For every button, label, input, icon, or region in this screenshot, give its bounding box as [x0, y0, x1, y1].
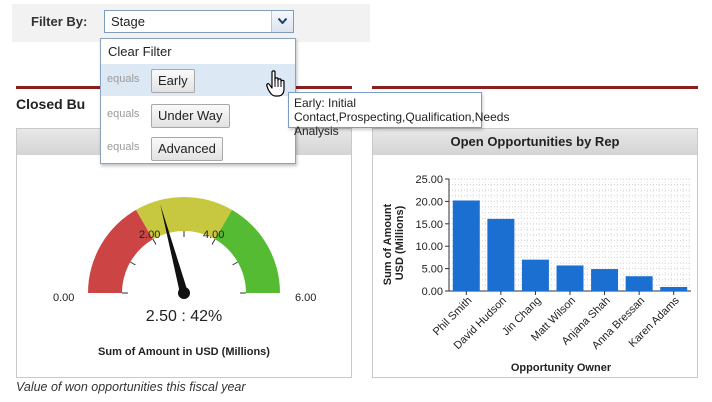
bar-matt-wilson — [556, 265, 584, 291]
gauge-panel: 0.00 2.00 4.00 6.00 2.50 : 42% Sum of Am… — [16, 128, 352, 378]
filter-label: Filter By: — [31, 14, 88, 29]
section-rule-right — [372, 86, 698, 89]
gauge-label-2: 2.00 — [139, 229, 160, 241]
option-operator: equals — [107, 108, 140, 120]
gauge-bands — [88, 197, 280, 294]
bar-phil-smith — [452, 200, 480, 291]
filter-dropdown-menu: Clear Filter equals Early equals Under W… — [100, 38, 296, 164]
y-tick-label: 5.00 — [422, 264, 443, 276]
footnote: Value of won opportunities this fiscal y… — [16, 380, 246, 394]
y-tick-label: 10.00 — [415, 241, 443, 253]
filter-select[interactable]: Stage — [104, 10, 294, 33]
section-title: Closed Bu — [16, 96, 86, 112]
gauge-tick — [130, 261, 136, 266]
bar-david-hudson — [487, 218, 515, 291]
chart-title: Open Opportunities by Rep — [373, 129, 697, 155]
gauge-chart: 0.00 2.00 4.00 6.00 2.50 : 42% Sum of Am… — [53, 197, 316, 358]
gauge-value-label: 2.50 : 42% — [146, 308, 223, 325]
bar-karen-adams — [660, 286, 688, 291]
dropdown-arrow-button[interactable] — [271, 11, 293, 32]
hand-pointer-icon — [266, 70, 285, 97]
gauge-needle-hub — [178, 287, 190, 299]
gauge-label-max: 6.00 — [295, 292, 316, 304]
option-value-chip[interactable]: Advanced — [151, 137, 223, 161]
x-axis-title: Opportunity Owner — [511, 362, 612, 374]
bar-jin-chang — [521, 259, 549, 291]
option-value-chip[interactable]: Early — [151, 69, 195, 93]
option-advanced[interactable]: equals Advanced — [101, 132, 295, 164]
option-under-way[interactable]: equals Under Way — [101, 99, 295, 131]
bar-chart-panel: Open Opportunities by Rep Sum of Amount … — [372, 128, 698, 378]
gauge-label-min: 0.00 — [53, 292, 74, 304]
stage-tooltip: Early: Initial Contact,Prospecting,Quali… — [288, 92, 509, 138]
y-tick-label: 15.00 — [415, 219, 443, 231]
chevron-down-icon — [278, 18, 287, 24]
option-operator: equals — [107, 73, 140, 85]
clear-filter-option[interactable]: Clear Filter — [108, 44, 172, 59]
y-tick-label: 25.00 — [415, 174, 443, 186]
option-operator: equals — [107, 141, 140, 153]
option-value-chip[interactable]: Under Way — [151, 104, 230, 128]
gauge-label-4: 4.00 — [203, 229, 224, 241]
bar-anna-bressan — [625, 276, 653, 291]
y-tick-label: 0.00 — [422, 286, 443, 298]
gauge-tick — [232, 261, 238, 266]
gauge-title: Sum of Amount in USD (Millions) — [98, 346, 270, 358]
bar-chart: Sum of Amount USD (Millions) Opportunity… — [382, 174, 691, 374]
y-axis-title: Sum of Amount USD (Millions) — [382, 201, 406, 286]
filter-select-value: Stage — [111, 14, 145, 29]
y-tick-label: 20.00 — [415, 196, 443, 208]
bar-anjana-shah — [591, 269, 619, 291]
